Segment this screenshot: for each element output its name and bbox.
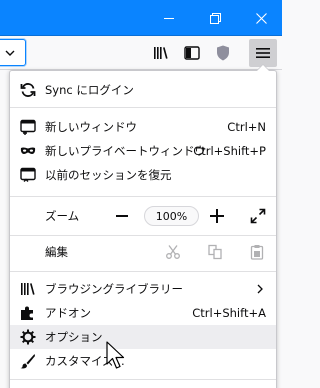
library-icon: [20, 281, 36, 297]
gear-icon: [20, 329, 36, 345]
menu-item-label: Sync にログイン: [45, 83, 134, 97]
panel-arrow: [256, 64, 270, 71]
separator: [10, 271, 276, 272]
menu-item-sync[interactable]: Sync にログイン: [10, 78, 276, 102]
separator: [10, 107, 276, 108]
minimize-icon: [164, 17, 174, 19]
menu-item-library[interactable]: ブラウジングライブラリー: [10, 277, 276, 301]
sidebar-button[interactable]: [178, 39, 206, 67]
zoom-reset-button[interactable]: 100%: [144, 206, 199, 226]
library-icon: [154, 47, 168, 59]
menu-item-label: アドオン: [45, 306, 91, 320]
title-bar: [0, 0, 282, 36]
menu-item-options[interactable]: オプション: [10, 325, 276, 349]
restore-session-icon: [20, 167, 36, 183]
sync-icon: [20, 82, 36, 98]
menu-item-label: 以前のセッションを復元: [45, 168, 172, 182]
tracking-protection-button[interactable]: [209, 39, 237, 67]
fullscreen-icon[interactable]: [250, 208, 266, 224]
menu-item-new-private-window[interactable]: 新しいプライベートウィンドウ Ctrl+Shift+P: [10, 139, 276, 163]
separator: [10, 235, 276, 236]
mouse-cursor-icon: [106, 341, 125, 369]
private-mask-icon: [20, 143, 36, 159]
paste-icon[interactable]: [249, 244, 265, 260]
shortcut-label: Ctrl+N: [227, 120, 266, 134]
menu-item-new-window[interactable]: 新しいウィンドウ Ctrl+N: [10, 115, 276, 139]
library-button[interactable]: [147, 39, 175, 67]
app-menu-panel: Sync にログイン 新しいウィンドウ Ctrl+N 新しいプライベートウィンド…: [9, 64, 277, 388]
menu-item-label: 新しいプライベートウィンドウ: [45, 144, 206, 158]
separator: [10, 196, 276, 197]
app-menu-button[interactable]: [249, 39, 277, 67]
menu-item-zoom: ズーム 100%: [10, 203, 276, 229]
menu-item-customize[interactable]: カスタマイズ...: [10, 349, 276, 373]
menu-item-label: オプション: [45, 330, 103, 344]
menu-item-edit: 編集: [10, 239, 276, 265]
close-window-button[interactable]: [238, 0, 284, 36]
shield-icon: [217, 45, 229, 61]
menu-item-restore-session[interactable]: 以前のセッションを復元: [10, 163, 276, 187]
menu-item-addons[interactable]: アドオン Ctrl+Shift+A: [10, 301, 276, 325]
shortcut-label: Ctrl+Shift+A: [192, 306, 266, 320]
zoom-out-button[interactable]: [116, 215, 128, 217]
chevron-down-icon[interactable]: [4, 47, 16, 59]
restore-icon: [209, 12, 221, 24]
separator: [10, 379, 276, 380]
zoom-in-button[interactable]: [210, 209, 224, 223]
navigation-toolbar: [0, 36, 282, 70]
shortcut-label: Ctrl+Shift+P: [193, 144, 266, 158]
hamburger-menu-icon: [256, 48, 270, 58]
cut-icon[interactable]: [165, 244, 181, 260]
menu-item-label: 新しいウィンドウ: [45, 120, 137, 134]
new-window-icon: [20, 119, 36, 135]
edit-label: 編集: [45, 245, 68, 259]
close-icon: [255, 12, 267, 24]
menu-item-label: ブラウジングライブラリー: [45, 282, 183, 296]
puzzle-piece-icon: [20, 305, 36, 321]
minimize-button[interactable]: [146, 0, 192, 36]
sidebar-icon: [184, 46, 200, 60]
zoom-label: ズーム: [45, 209, 80, 223]
restore-button[interactable]: [192, 0, 238, 36]
paintbrush-icon: [20, 353, 36, 369]
url-bar[interactable]: [0, 39, 26, 66]
chevron-right-icon: [257, 284, 263, 294]
copy-icon[interactable]: [207, 244, 223, 260]
